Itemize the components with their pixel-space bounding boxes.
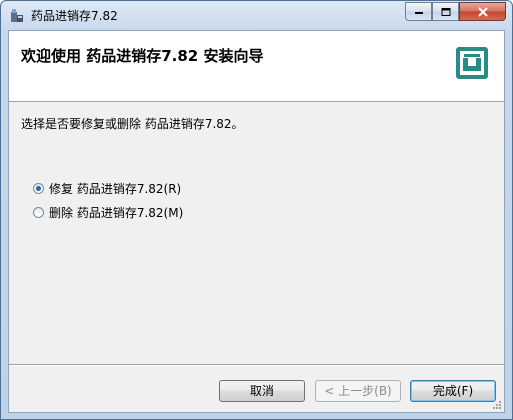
wizard-banner: 欢迎使用 药品进销存7.82 安装向导 bbox=[9, 31, 504, 102]
minimize-icon bbox=[414, 11, 423, 14]
close-button[interactable] bbox=[459, 2, 506, 21]
minimize-button[interactable] bbox=[405, 2, 432, 21]
remove-option[interactable]: 删除 药品进销存7.82(M) bbox=[33, 204, 183, 221]
maximize-icon bbox=[441, 7, 450, 16]
prompt-text: 选择是否要修复或删除 药品进销存7.82。 bbox=[21, 117, 244, 131]
maximize-button[interactable] bbox=[432, 2, 459, 21]
setup-wizard-logo-icon bbox=[456, 47, 488, 79]
title-bar[interactable]: 药品进销存7.82 bbox=[1, 1, 512, 29]
close-icon bbox=[477, 6, 488, 17]
window-title: 药品进销存7.82 bbox=[31, 9, 118, 23]
repair-radio[interactable] bbox=[33, 183, 44, 194]
wizard-client-area: 欢迎使用 药品进销存7.82 安装向导 选择是否要修复或删除 药品进销存7.82… bbox=[8, 30, 505, 413]
repair-option-label: 修复 药品进销存7.82(R) bbox=[49, 182, 182, 196]
back-button[interactable]: < 上一步(B) bbox=[315, 380, 401, 402]
resize-grip-icon[interactable] bbox=[492, 400, 502, 410]
finish-button[interactable]: 完成(F) bbox=[410, 380, 496, 402]
footer-divider bbox=[9, 364, 504, 366]
remove-radio[interactable] bbox=[33, 207, 44, 218]
remove-option-label: 删除 药品进销存7.82(M) bbox=[49, 206, 184, 220]
installer-window: 药品进销存7.82 欢迎使用 药品进销存7.82 安装向导 选择是否要修复或删除… bbox=[0, 0, 513, 420]
cancel-button[interactable]: 取消 bbox=[219, 380, 305, 402]
banner-title: 欢迎使用 药品进销存7.82 安装向导 bbox=[21, 47, 264, 65]
repair-option[interactable]: 修复 药品进销存7.82(R) bbox=[33, 180, 181, 197]
installer-app-icon bbox=[11, 9, 23, 22]
